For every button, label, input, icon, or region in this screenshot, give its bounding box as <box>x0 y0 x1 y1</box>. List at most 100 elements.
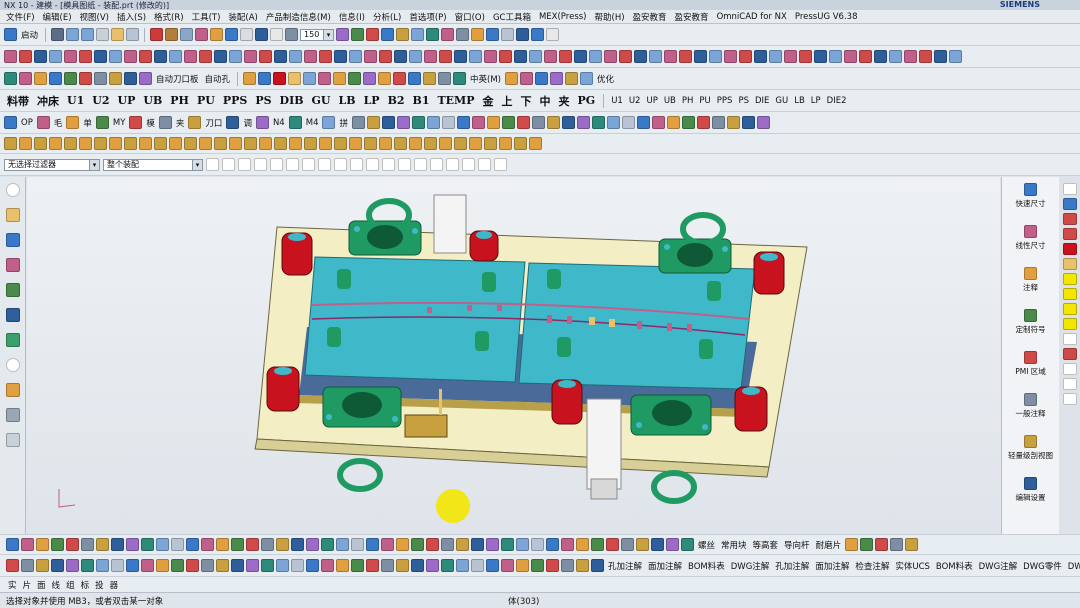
sketch-tool-icon[interactable] <box>591 538 604 551</box>
panel-icon-14[interactable] <box>1063 378 1077 390</box>
sketch-tool-icon[interactable] <box>171 538 184 551</box>
curve-tool-icon[interactable] <box>604 50 617 63</box>
feature-tool-icon[interactable] <box>214 137 227 150</box>
sketch-tool-icon[interactable] <box>621 538 634 551</box>
feature-tool-icon[interactable] <box>499 137 512 150</box>
plate-button[interactable]: PPS <box>220 94 251 107</box>
panel-icon-3[interactable] <box>1063 213 1077 225</box>
curve-tool-icon[interactable] <box>619 50 632 63</box>
curve-tool-icon[interactable] <box>214 50 227 63</box>
paste-icon[interactable] <box>126 28 140 41</box>
menu-item[interactable]: 编辑(E) <box>43 11 72 23</box>
curve-tool-icon[interactable] <box>379 50 392 63</box>
sketch-tool-icon[interactable] <box>321 538 334 551</box>
clock-icon[interactable] <box>5 358 20 372</box>
drawing-tool-icon[interactable] <box>6 559 19 572</box>
drawing-tool-icon[interactable] <box>261 559 274 572</box>
cube-icon[interactable] <box>225 28 239 41</box>
curve-tool-icon[interactable] <box>709 50 722 63</box>
operation-icon[interactable] <box>95 116 109 129</box>
feature-tool-icon[interactable] <box>349 137 362 150</box>
plate-button[interactable]: U1 <box>64 94 87 107</box>
operation-tool-icon[interactable] <box>382 116 395 129</box>
operation-label[interactable]: 调 <box>241 117 254 129</box>
menu-item[interactable]: PressUG V6.38 <box>795 12 858 22</box>
operation-icon[interactable] <box>188 116 202 129</box>
feature-tool-icon[interactable] <box>424 137 437 150</box>
drawing-tool-icon[interactable] <box>411 559 424 572</box>
operation-tool-icon[interactable] <box>757 116 770 129</box>
layer-icon[interactable] <box>285 28 299 41</box>
start-icon[interactable] <box>4 28 17 41</box>
feature-tool-icon[interactable] <box>184 137 197 150</box>
plate-button[interactable]: 料带 <box>4 93 32 109</box>
mirror-icon[interactable] <box>441 28 455 41</box>
plate-button[interactable]: 下 <box>518 93 535 109</box>
menu-item[interactable]: 首选项(P) <box>409 11 446 23</box>
operation-tool-icon[interactable] <box>712 116 725 129</box>
sketch-tool-icon[interactable] <box>486 538 499 551</box>
feature-tool-icon[interactable] <box>484 137 497 150</box>
curve-tool-icon[interactable] <box>259 50 272 63</box>
operation-label[interactable]: 毛 <box>52 117 65 129</box>
drawing-tool-icon[interactable] <box>216 559 229 572</box>
menu-item[interactable]: 信息(I) <box>339 11 365 23</box>
snap-tangent-icon[interactable] <box>398 158 411 171</box>
operation-icon[interactable] <box>158 116 172 129</box>
snap-existing-icon[interactable] <box>318 158 331 171</box>
sketch-tool-icon[interactable] <box>246 538 259 551</box>
filter-label[interactable]: 片 <box>21 579 34 591</box>
thicken-icon[interactable] <box>348 72 362 85</box>
sketch-icon[interactable] <box>150 28 164 41</box>
sketch-tool-icon[interactable] <box>426 538 439 551</box>
sketch-tool-icon[interactable] <box>306 538 319 551</box>
menu-item[interactable]: 窗口(O) <box>455 11 485 23</box>
curve-tool-icon[interactable] <box>154 50 167 63</box>
curve-tool-icon[interactable] <box>274 50 287 63</box>
panel-icon-7[interactable] <box>1063 273 1077 285</box>
curve-tool-icon[interactable] <box>799 50 812 63</box>
screw-icon[interactable] <box>124 72 137 85</box>
measure-icon[interactable] <box>336 28 350 41</box>
system-materials-icon[interactable] <box>5 383 20 397</box>
standard-part-label[interactable]: 耐磨片 <box>814 539 844 551</box>
sketch-tool-icon[interactable] <box>126 538 139 551</box>
annotation-label[interactable]: DWG零件 <box>1021 560 1064 572</box>
plate-button[interactable]: 冲床 <box>34 93 62 109</box>
misc-tool-icon[interactable] <box>890 538 904 551</box>
snap-perpendicular-icon[interactable] <box>382 158 395 171</box>
drawing-tool-icon[interactable] <box>126 559 139 572</box>
pmi-tool[interactable]: PMI 区域 <box>1015 351 1046 387</box>
misc-tool-icon[interactable] <box>905 538 919 551</box>
curve-tool-icon[interactable] <box>919 50 932 63</box>
snap-grid-icon[interactable] <box>414 158 427 171</box>
curve-tool-icon[interactable] <box>169 50 182 63</box>
stripper-icon[interactable] <box>64 72 77 85</box>
annotation-label[interactable]: DWG注解 <box>729 560 772 572</box>
drawing-tool-icon[interactable] <box>66 559 79 572</box>
sphere-icon[interactable] <box>288 72 302 85</box>
sketch-tool-icon[interactable] <box>231 538 244 551</box>
cut-icon[interactable] <box>96 28 110 41</box>
feature-tool-icon[interactable] <box>379 137 392 150</box>
curve-tool-icon[interactable] <box>694 50 707 63</box>
snap-center-icon[interactable] <box>286 158 299 171</box>
feature-tool-icon[interactable] <box>94 137 107 150</box>
plate-button-right[interactable]: U2 <box>627 96 643 106</box>
curve-tool-icon[interactable] <box>634 50 647 63</box>
sketch-tool-icon[interactable] <box>681 538 694 551</box>
operation-tool-icon[interactable] <box>502 116 515 129</box>
feature-tool-icon[interactable] <box>49 137 62 150</box>
curve-tool-icon[interactable] <box>859 50 872 63</box>
feature-tool-icon[interactable] <box>529 137 542 150</box>
die-set-icon[interactable] <box>34 72 47 85</box>
plate-button[interactable]: PH <box>167 94 192 107</box>
curve-tool-icon[interactable] <box>139 50 152 63</box>
annotation-label[interactable]: BOM料表 <box>686 560 727 572</box>
sketch-tool-icon[interactable] <box>111 538 124 551</box>
curve-tool-icon[interactable] <box>529 50 542 63</box>
drawing-tool-icon[interactable] <box>366 559 379 572</box>
drawing-tool-icon[interactable] <box>546 559 559 572</box>
web-browser-icon[interactable] <box>5 308 20 322</box>
curve-tool-icon[interactable] <box>79 50 92 63</box>
